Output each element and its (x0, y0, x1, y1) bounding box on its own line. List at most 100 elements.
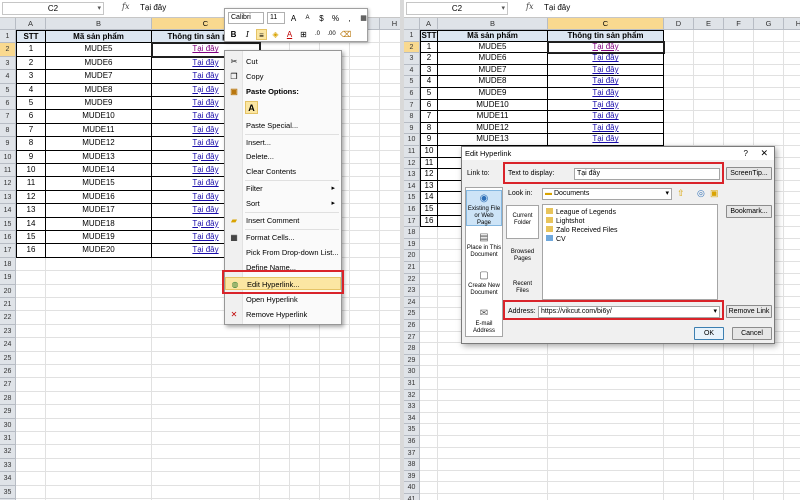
row-header[interactable]: 41 (404, 494, 420, 500)
row-header[interactable]: 33 (404, 401, 420, 413)
column-header[interactable]: D (664, 18, 694, 30)
font-name-box[interactable]: Calibri (228, 12, 264, 24)
hyperlink-text[interactable]: Tại đây (192, 71, 218, 80)
row-header[interactable]: 13 (404, 169, 420, 181)
table-cell-stt[interactable]: 13 (16, 204, 46, 218)
table-cell-stt[interactable]: 7 (420, 111, 438, 123)
row-header[interactable]: 4 (404, 64, 420, 77)
table-cell-hyperlink[interactable]: Tại đây (548, 64, 664, 77)
hyperlink-text[interactable]: Tại đây (192, 152, 218, 161)
table-cell-stt[interactable]: 16 (420, 215, 438, 228)
hyperlink-text[interactable]: Tại đây (192, 58, 218, 67)
table-cell-code[interactable]: MUDE12 (46, 137, 152, 151)
table-cell-code[interactable]: MUDE16 (46, 190, 152, 205)
row-header[interactable]: 5 (404, 76, 420, 88)
screentip-button[interactable]: ScreenTip... (726, 167, 772, 180)
row-header[interactable]: 29 (0, 405, 16, 419)
row-header[interactable]: 5 (0, 83, 16, 97)
menu-item-copy[interactable]: ❐ Copy (225, 70, 341, 83)
table-cell-stt[interactable]: 1 (16, 43, 46, 57)
menu-item-paste-special[interactable]: Paste Special... (225, 119, 341, 132)
table-cell-code[interactable]: MUDE19 (46, 231, 152, 245)
row-header[interactable]: 23 (0, 324, 16, 339)
row-header[interactable]: 38 (404, 459, 420, 471)
row-header[interactable]: 28 (0, 391, 16, 406)
paste-option-button[interactable]: A (245, 101, 258, 114)
borders-icon[interactable]: ⊞ (298, 29, 309, 40)
link-type-new-document[interactable]: ▢ Create New Document (466, 268, 502, 302)
currency-icon[interactable]: $ (316, 13, 327, 24)
row-header[interactable]: 34 (404, 412, 420, 425)
hyperlink-text[interactable]: Tại đây (192, 138, 218, 147)
row-header[interactable]: 9 (0, 137, 16, 151)
menu-item-remove-hyperlink[interactable]: ✕ Remove Hyperlink (225, 308, 341, 321)
table-cell-hyperlink[interactable]: Tại đây (548, 122, 664, 135)
help-icon[interactable]: ? (744, 147, 748, 160)
row-header[interactable]: 35 (0, 485, 16, 499)
table-cell-hyperlink[interactable]: Tại đây (547, 40, 665, 55)
hyperlink-text[interactable]: Tại đây (592, 100, 618, 109)
name-box[interactable]: C2 ▾ (406, 2, 508, 15)
shrink-font-icon[interactable]: A (302, 13, 313, 24)
row-header[interactable]: 32 (404, 389, 420, 402)
menu-item-clear-contents[interactable]: Clear Contents (225, 165, 341, 178)
row-header[interactable]: 8 (404, 111, 420, 123)
row-header[interactable]: 11 (404, 146, 420, 158)
table-cell-stt[interactable]: 14 (420, 192, 438, 204)
table-cell-stt[interactable]: 2 (420, 53, 438, 65)
row-header[interactable]: 11 (0, 164, 16, 178)
column-header[interactable]: B (438, 18, 548, 30)
table-cell-hyperlink[interactable]: Tại đây (548, 134, 664, 146)
bold-button[interactable]: B (228, 29, 239, 40)
row-header[interactable]: 10 (404, 134, 420, 146)
table-cell-stt[interactable]: 6 (420, 99, 438, 112)
row-header[interactable]: 10 (0, 150, 16, 164)
bookmark-button[interactable]: Bookmark... (726, 205, 772, 218)
row-header[interactable]: 31 (0, 432, 16, 446)
hyperlink-text[interactable]: Tại đây (192, 232, 218, 241)
table-cell-code[interactable]: MUDE20 (46, 244, 152, 258)
list-item[interactable]: League of Legends (546, 208, 616, 217)
row-header[interactable]: 24 (404, 296, 420, 309)
menu-item-open-hyperlink[interactable]: Open Hyperlink (225, 293, 341, 306)
table-cell-stt[interactable]: 3 (16, 70, 46, 84)
menu-item-pick-list[interactable]: Pick From Drop-down List... (225, 246, 341, 259)
table-cell-code[interactable]: MUDE14 (46, 164, 152, 178)
row-header[interactable]: 36 (404, 436, 420, 448)
table-cell-stt[interactable]: 8 (16, 137, 46, 151)
table-cell-stt[interactable]: 7 (16, 123, 46, 138)
table-cell-stt[interactable]: 15 (16, 231, 46, 245)
menu-item-sort[interactable]: Sort ▸ (225, 197, 341, 210)
table-cell-code[interactable]: MUDE5 (46, 43, 152, 57)
menu-item-cut[interactable]: ✂ Cut (225, 55, 341, 68)
row-header[interactable]: 24 (0, 338, 16, 352)
column-header[interactable]: H (380, 18, 400, 30)
table-cell-code[interactable]: MUDE13 (46, 150, 152, 164)
ok-button[interactable]: OK (694, 327, 724, 340)
formula-input[interactable]: Tại đây (140, 3, 166, 12)
remove-link-button[interactable]: Remove Link (726, 305, 772, 318)
format-painter-icon[interactable]: ▦ (358, 13, 369, 24)
row-header[interactable]: 12 (404, 157, 420, 170)
table-cell-code[interactable]: MUDE13 (438, 134, 548, 146)
table-cell-hyperlink[interactable]: Tại đây (548, 53, 664, 65)
row-header[interactable]: 28 (404, 343, 420, 355)
up-folder-icon[interactable]: ⇧ (677, 188, 685, 199)
row-header[interactable]: 25 (404, 308, 420, 320)
hyperlink-text[interactable]: Tại đây (592, 65, 618, 74)
row-header[interactable]: 2 (0, 43, 16, 57)
menu-item-insert-comment[interactable]: ▰ Insert Comment (225, 214, 341, 227)
browse-file-icon[interactable]: ▣ (710, 188, 719, 199)
table-cell-stt[interactable]: 3 (420, 64, 438, 77)
menu-item-filter[interactable]: Filter ▸ (225, 182, 341, 195)
hyperlink-text[interactable]: Tại đây (192, 178, 218, 187)
table-cell-stt[interactable]: 11 (16, 177, 46, 191)
table-cell-code[interactable]: MUDE8 (46, 83, 152, 97)
chevron-down-icon[interactable]: ▾ (501, 3, 505, 14)
row-header[interactable]: 7 (0, 110, 16, 124)
row-header[interactable]: 16 (0, 231, 16, 245)
row-header[interactable]: 17 (404, 215, 420, 228)
row-header[interactable]: 33 (0, 458, 16, 473)
row-header[interactable]: 22 (0, 311, 16, 325)
row-header[interactable]: 3 (0, 56, 16, 71)
